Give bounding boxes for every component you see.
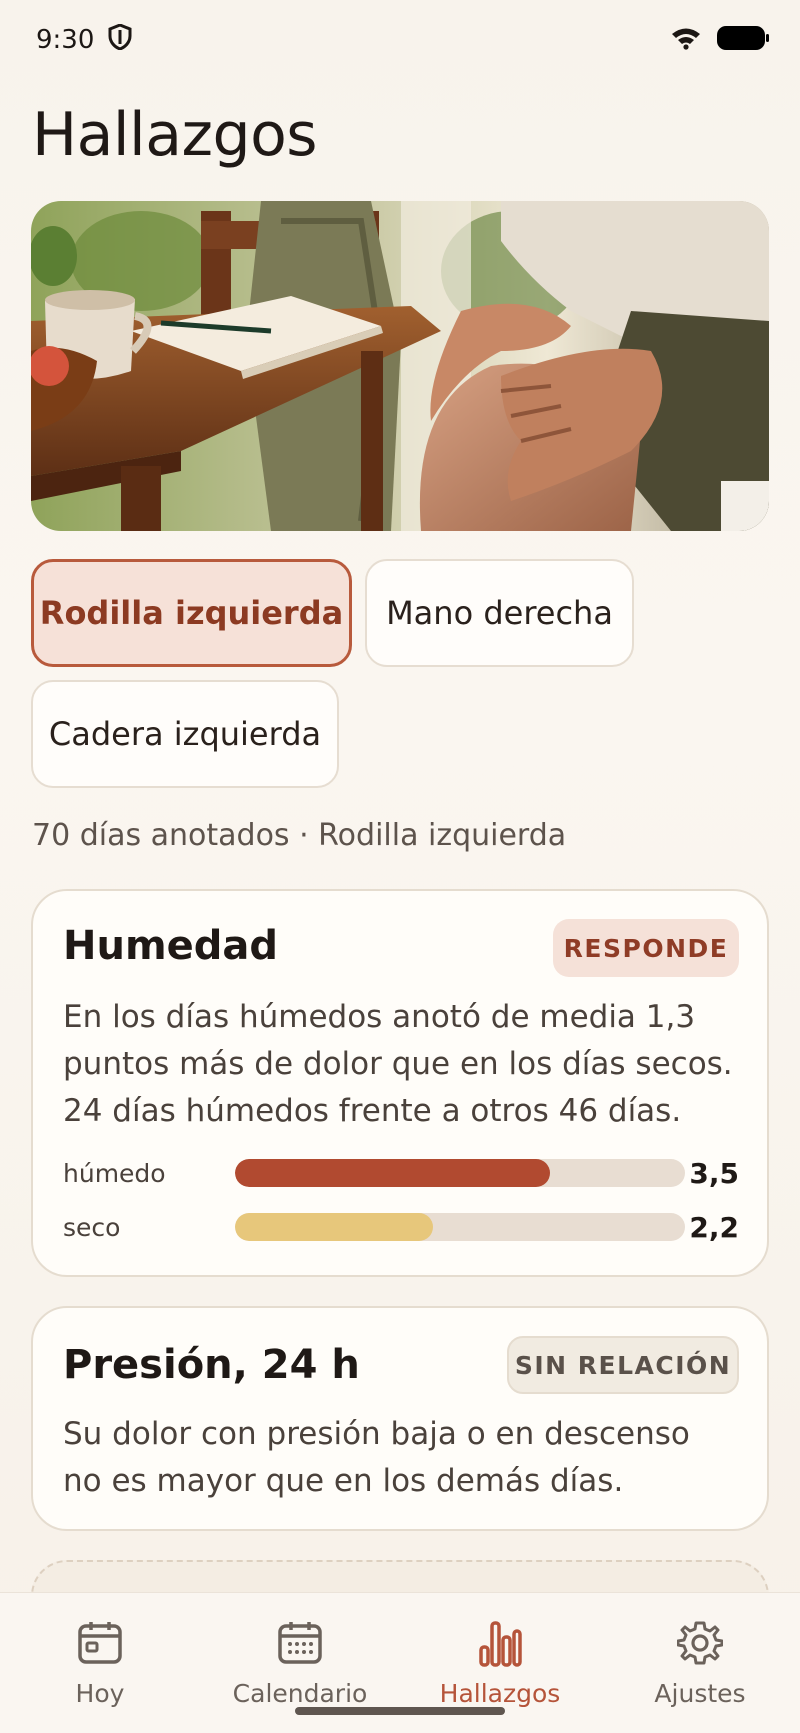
calendar-grid-icon [277, 1619, 323, 1667]
chip-mano-derecha[interactable]: Mano derecha [365, 559, 634, 667]
nav-label: Hallazgos [439, 1679, 561, 1708]
battery-icon [716, 25, 770, 55]
bar-track [235, 1213, 685, 1241]
nav-label: Ajustes [654, 1679, 746, 1708]
status-time: 9:30 [36, 25, 95, 55]
bar-row-humedo: húmedo 3,5 [63, 1156, 739, 1190]
bar-fill-humedo [235, 1159, 550, 1187]
nav-item-ajustes[interactable]: Ajustes [600, 1593, 800, 1733]
card-title: Presión, 24 h [63, 1342, 360, 1388]
nav-label: Hoy [75, 1679, 125, 1708]
bar-value: 3,5 [689, 1156, 739, 1190]
bar-row-seco: seco 2,2 [63, 1210, 739, 1244]
bar-track [235, 1159, 685, 1187]
pressure-card: Presión, 24 h SIN RELACIÓN Su dolor con … [31, 1306, 769, 1531]
status-badge: SIN RELACIÓN [507, 1336, 739, 1394]
bar-chart-icon [478, 1619, 522, 1667]
hero-image [31, 201, 769, 531]
card-description: En los días húmedos anotó de media 1,3 p… [63, 999, 733, 1129]
bar-label: seco [63, 1212, 121, 1242]
wifi-icon [670, 26, 702, 54]
gear-icon [677, 1619, 723, 1667]
card-description: Su dolor con presión baja o en descenso … [63, 1416, 690, 1499]
summary-text: 70 días anotados · Rodilla izquierda [32, 818, 567, 853]
shield-icon [108, 22, 132, 57]
card-title: Humedad [63, 923, 279, 969]
nav-item-hoy[interactable]: Hoy [0, 1593, 200, 1733]
humidity-card: Humedad RESPONDE En los días húmedos ano… [31, 889, 769, 1277]
status-left: 9:30 [36, 22, 132, 57]
chip-rodilla-izquierda[interactable]: Rodilla izquierda [31, 559, 352, 667]
home-indicator [295, 1707, 505, 1715]
bar-fill-seco [235, 1213, 433, 1241]
status-badge: RESPONDE [553, 919, 739, 977]
status-right [670, 25, 770, 55]
bar-label: húmedo [63, 1158, 166, 1188]
bar-value: 2,2 [689, 1210, 739, 1244]
nav-label: Calendario [232, 1679, 368, 1708]
chip-cadera-izquierda[interactable]: Cadera izquierda [31, 680, 339, 788]
page-title: Hallazgos [32, 100, 318, 170]
calendar-day-icon [77, 1619, 123, 1667]
status-bar: 9:30 [0, 0, 800, 80]
